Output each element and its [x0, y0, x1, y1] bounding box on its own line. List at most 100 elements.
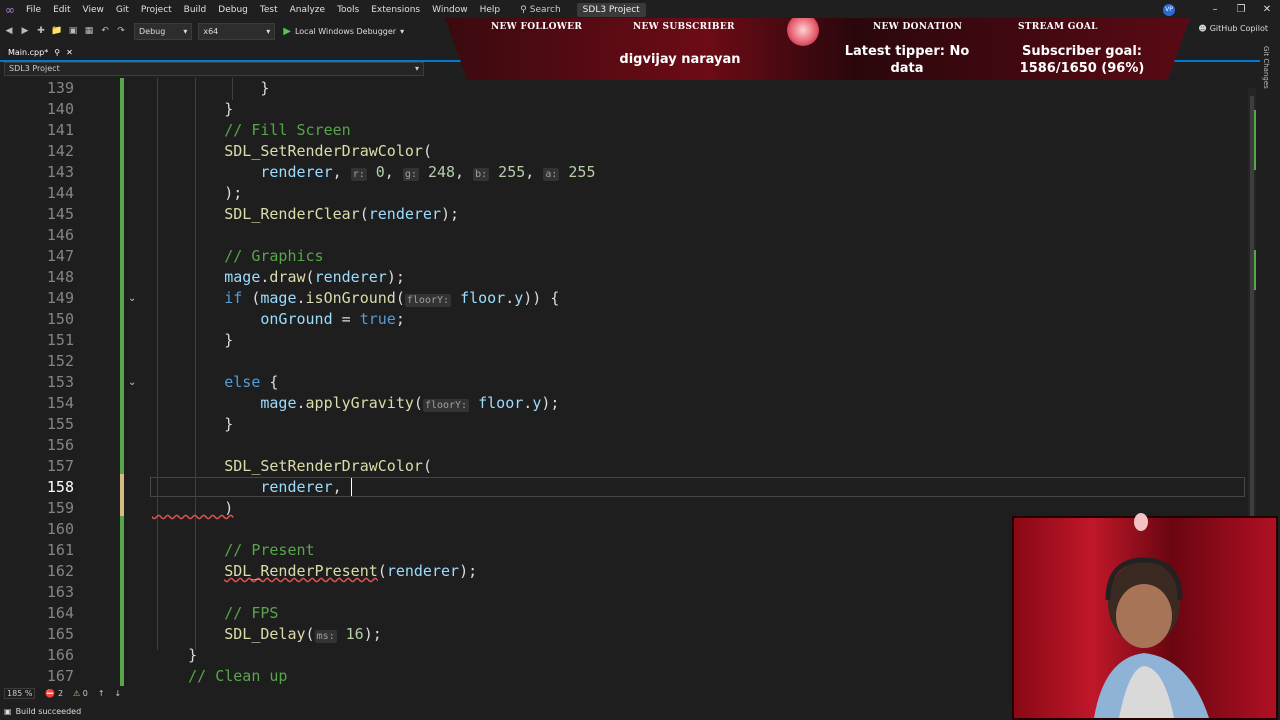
build-status-icon: ▣ — [4, 707, 12, 716]
chevron-down-icon: ▾ — [266, 26, 271, 36]
configuration-select[interactable]: Debug ▾ — [134, 22, 193, 40]
menu-build[interactable]: Build — [178, 0, 213, 20]
build-status-message: Build succeeded — [15, 707, 82, 716]
tab-main-cpp[interactable]: Main.cpp* ⚲ ✕ — [4, 46, 77, 60]
function-name: SDL_Delay — [224, 625, 306, 643]
copilot-label: GitHub Copilot — [1209, 24, 1268, 33]
project-scope-dropdown[interactable]: SDL3 Project ▾ — [4, 62, 424, 76]
open-folder-icon[interactable]: 📁 — [50, 24, 64, 38]
copilot-button[interactable]: ☻ GitHub Copilot — [1198, 24, 1268, 33]
run-debugger-button[interactable]: ▶ Local Windows Debugger ▾ — [283, 26, 404, 37]
git-changes-side-tab[interactable]: Git Changes — [1262, 46, 1270, 89]
back-icon[interactable]: ◀ — [2, 24, 16, 38]
user-avatar[interactable]: VP — [1163, 4, 1175, 16]
text-caret — [350, 478, 352, 496]
arrow-down-icon[interactable]: ↓ — [115, 689, 122, 698]
close-icon[interactable]: ✕ — [1254, 0, 1280, 20]
menu-debug[interactable]: Debug — [212, 0, 254, 20]
code-line-142: SDL_SetRenderDrawColor( — [224, 142, 432, 160]
chevron-down-icon: ▾ — [400, 26, 405, 36]
fold-chevron-icon[interactable]: ⌄ — [128, 293, 136, 304]
line-number: 148 — [46, 268, 74, 286]
fold-chevron-icon[interactable]: ⌄ — [128, 377, 136, 388]
chevron-down-icon: ▾ — [183, 26, 188, 36]
line-number: 163 — [46, 583, 74, 601]
restore-icon[interactable]: ❐ — [1228, 0, 1254, 20]
menu-edit[interactable]: Edit — [47, 0, 76, 20]
zoom-select[interactable]: 185 % — [4, 687, 36, 699]
line-number: 147 — [46, 247, 74, 265]
code-line-166: } — [152, 646, 198, 664]
keyword: if — [224, 289, 243, 307]
menu-extensions[interactable]: Extensions — [365, 0, 426, 20]
error-count[interactable]: ⛔ 2 — [45, 689, 63, 698]
code-line-151: } — [152, 331, 234, 349]
menu-project[interactable]: Project — [135, 0, 178, 20]
variable: mage — [224, 268, 261, 286]
menu-analyze[interactable]: Analyze — [284, 0, 331, 20]
code-line-161: // Present — [152, 540, 315, 561]
warning-count[interactable]: ⚠ 0 — [73, 689, 88, 698]
line-number: 149 — [46, 289, 74, 307]
menu-test[interactable]: Test — [254, 0, 284, 20]
code-line-148: mage.draw(renderer); — [224, 268, 405, 286]
menu-help[interactable]: Help — [474, 0, 507, 20]
code-line-144: ); — [152, 184, 243, 202]
menu-tools[interactable]: Tools — [331, 0, 365, 20]
configuration-value: Debug — [139, 26, 166, 36]
code-line-158: renderer, — [260, 478, 352, 496]
search-label: Search — [529, 5, 561, 15]
variable: renderer — [386, 562, 460, 580]
inlay-hint: ms: — [314, 630, 337, 643]
field: y — [532, 394, 542, 412]
line-number: 159 — [46, 499, 74, 517]
menu-git[interactable]: Git — [110, 0, 135, 20]
code-line-165: SDL_Delay(ms: 16); — [224, 625, 382, 643]
comment: // Graphics — [224, 247, 324, 265]
code-line-143: renderer, r: 0, g: 248, b: 255, a: 255 — [260, 163, 596, 181]
function-name: SDL_RenderClear — [224, 205, 360, 223]
line-number: 165 — [46, 625, 74, 643]
overlay-orb-icon — [787, 18, 819, 46]
function-name: isOnGround — [305, 289, 396, 307]
undo-icon[interactable]: ↶ — [98, 24, 112, 38]
platform-select[interactable]: x64 ▾ — [198, 22, 276, 40]
new-item-icon[interactable]: ✚ — [34, 24, 48, 38]
play-icon: ▶ — [283, 25, 291, 37]
code-line-149: if (mage.isOnGround(floorY: floor.y)) { — [224, 289, 560, 307]
error-count-value: 2 — [57, 688, 64, 698]
close-tab-icon[interactable]: ✕ — [66, 46, 73, 60]
visual-studio-logo-icon[interactable]: ∞ — [0, 0, 20, 20]
line-number: 164 — [46, 604, 74, 622]
function-name: SDL_SetRenderDrawColor — [224, 142, 423, 160]
comment: // Present — [224, 541, 315, 559]
variable: floor — [460, 289, 506, 307]
new-follower-label: NEW FOLLOWER — [491, 22, 583, 32]
code-line-164: // FPS — [152, 603, 278, 624]
menu-view[interactable]: View — [77, 0, 110, 20]
comment: // Clean up — [188, 667, 288, 685]
minimize-icon[interactable]: – — [1202, 0, 1228, 20]
line-number: 156 — [46, 436, 74, 454]
stream-goal-label: STREAM GOAL — [1018, 22, 1098, 32]
number: 255 — [568, 163, 596, 181]
line-number: 160 — [46, 520, 74, 538]
search-box[interactable]: ⚲ Search — [514, 5, 567, 15]
arrow-up-icon[interactable]: ↑ — [98, 689, 105, 698]
save-icon[interactable]: ▣ — [66, 24, 80, 38]
inlay-hint: floorY: — [404, 294, 452, 307]
line-number: 166 — [46, 646, 74, 664]
line-number: 143 — [46, 163, 74, 181]
menu-file[interactable]: File — [20, 0, 47, 20]
line-number: 144 — [46, 184, 74, 202]
variable: renderer — [314, 268, 387, 286]
menu-window[interactable]: Window — [426, 0, 474, 20]
latest-tipper-text: Latest tipper: No data — [844, 44, 970, 76]
warning-count-value: 0 — [82, 688, 88, 698]
forward-icon[interactable]: ▶ — [18, 24, 32, 38]
pin-icon[interactable]: ⚲ — [54, 46, 60, 60]
line-number: 145 — [46, 205, 74, 223]
save-all-icon[interactable]: ▦ — [82, 24, 96, 38]
line-number: 151 — [46, 331, 74, 349]
redo-icon[interactable]: ↷ — [114, 24, 128, 38]
